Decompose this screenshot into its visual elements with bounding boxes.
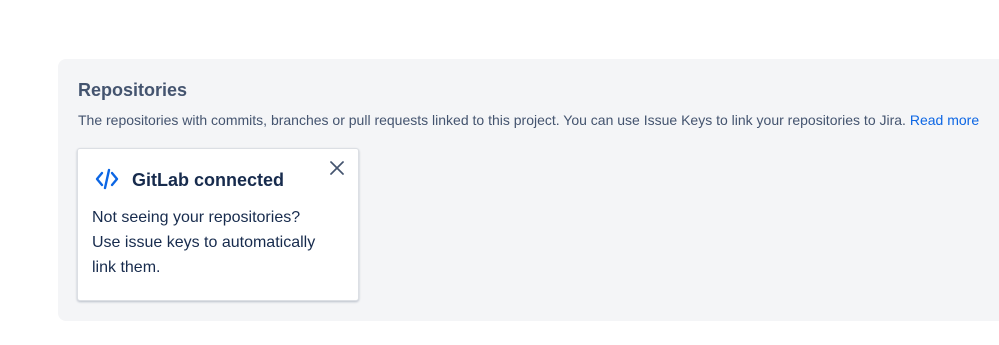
close-icon [330, 160, 344, 180]
repositories-title: Repositories [78, 80, 188, 100]
repositories-description: The repositories with commits, branches … [78, 111, 979, 129]
read-more-link[interactable]: Read more [910, 112, 979, 128]
code-icon [95, 167, 119, 191]
card-title: GitLab connected [132, 170, 285, 190]
card-body-text: Not seeing your repositories? Use issue … [92, 209, 316, 276]
close-button[interactable] [326, 159, 348, 181]
gitlab-connected-card: GitLab connected Not seeing your reposit… [77, 148, 359, 301]
repositories-description-text: The repositories with commits, branches … [78, 112, 906, 128]
repositories-panel: Repositories The repositories with commi… [58, 59, 999, 321]
